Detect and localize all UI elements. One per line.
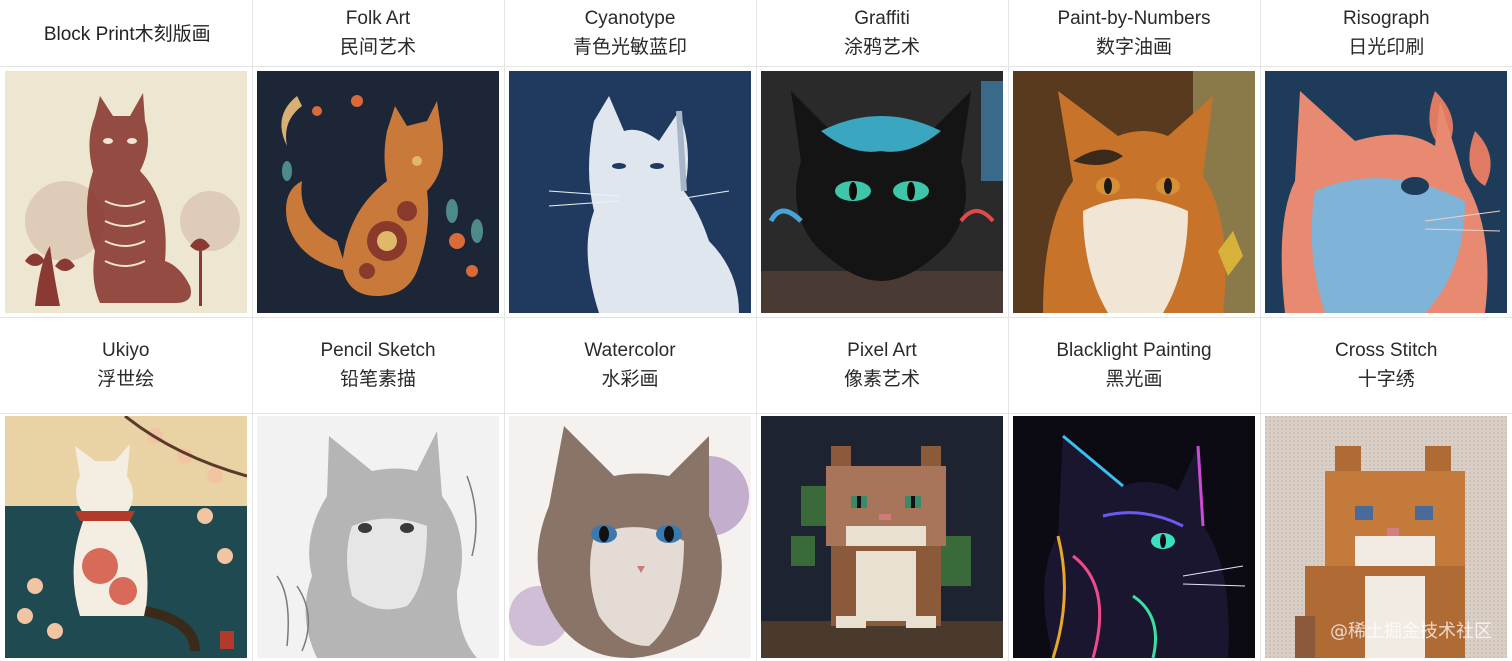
style-name-en: Watercolor [584, 340, 676, 361]
image-cell-folk-art [251, 65, 505, 318]
image-cell-cyanotype [503, 65, 757, 318]
style-label-risograph: Risograph 日光印刷 [1259, 0, 1512, 67]
graffiti-cat-image [761, 70, 1003, 313]
style-name-zh: 木刻版画 [134, 23, 211, 46]
watercolor-cat-image [509, 416, 751, 659]
style-name-en: Graffiti [854, 7, 910, 29]
image-cell-watercolor [503, 412, 757, 661]
style-name-zh: 浮世绘 [97, 368, 155, 390]
ukiyo-cat-image [4, 416, 247, 659]
style-image-row-2: @稀土掘金技术社区 [0, 412, 1512, 661]
style-label-watercolor: Watercolor 水彩画 [503, 316, 757, 414]
image-cell-ukiyo [0, 412, 253, 661]
style-label-ukiyo: Ukiyo 浮世绘 [0, 316, 253, 414]
style-name-zh: 黑光画 [1105, 368, 1163, 390]
style-label-cross-stitch: Cross Stitch 十字绣 [1259, 316, 1512, 414]
folk-art-cat-image [257, 70, 499, 313]
style-label-graffiti: Graffiti 涂鸦艺术 [755, 0, 1009, 67]
style-name-zh: 像素艺术 [843, 368, 920, 390]
image-cell-pixel-art [755, 412, 1009, 661]
image-cell-pencil-sketch [251, 412, 505, 661]
style-name-zh: 日光印刷 [1348, 35, 1425, 58]
image-cell-cross-stitch: @稀土掘金技术社区 [1259, 412, 1512, 661]
style-name-zh: 青色光敏蓝印 [572, 35, 687, 58]
style-name-en: Ukiyo [101, 340, 150, 361]
image-cell-paint-by-numbers [1007, 65, 1261, 318]
image-cell-risograph [1259, 65, 1512, 318]
style-name-en: Block Print [43, 24, 135, 46]
style-name-en: Blacklight Painting [1056, 340, 1212, 361]
style-label-block-print: Block Print木刻版画 [0, 0, 253, 67]
style-name-en: Pixel Art [847, 340, 917, 361]
style-name-zh: 水彩画 [601, 368, 659, 390]
cross-stitch-cat-image [1265, 416, 1508, 659]
pencil-sketch-cat-image [257, 416, 499, 659]
style-name-zh: 民间艺术 [339, 35, 416, 58]
style-name-zh: 数字油画 [1095, 35, 1172, 58]
style-name-en: Cyanotype [584, 7, 676, 29]
style-label-blacklight-painting: Blacklight Painting 黑光画 [1007, 316, 1261, 414]
style-label-paint-by-numbers: Paint-by-Numbers 数字油画 [1007, 0, 1261, 67]
style-name-en: Cross Stitch [1335, 340, 1438, 361]
paint-by-numbers-cat-image [1013, 70, 1255, 313]
art-style-grid: Block Print木刻版画 Folk Art 民间艺术 Cyanotype 青色… [0, 0, 1512, 661]
style-name-zh: 铅笔素描 [339, 368, 416, 390]
style-image-row-1 [0, 65, 1512, 318]
style-name-en: Paint-by-Numbers [1057, 7, 1211, 29]
cyanotype-cat-image [509, 70, 751, 313]
style-name-zh: 十字绣 [1357, 368, 1415, 390]
style-name-en: Risograph [1342, 7, 1430, 29]
image-cell-graffiti [755, 65, 1009, 318]
style-label-pixel-art: Pixel Art 像素艺术 [755, 316, 1009, 414]
style-label-folk-art: Folk Art 民间艺术 [251, 0, 505, 67]
style-name-en: Pencil Sketch [320, 340, 436, 361]
pixel-art-cat-image [761, 416, 1003, 659]
risograph-cat-image [1265, 70, 1508, 313]
style-name-en: Folk Art [345, 7, 411, 29]
image-cell-blacklight-painting [1007, 412, 1261, 661]
blacklight-cat-image [1013, 416, 1255, 659]
style-label-cyanotype: Cyanotype 青色光敏蓝印 [503, 0, 757, 67]
style-name-zh: 涂鸦艺术 [843, 35, 920, 58]
style-label-pencil-sketch: Pencil Sketch 铅笔素描 [251, 316, 505, 414]
image-cell-block-print [0, 65, 253, 318]
block-print-cat-image [4, 70, 247, 313]
style-label-row-1: Block Print木刻版画 Folk Art 民间艺术 Cyanotype 青色… [0, 0, 1512, 67]
style-label-row-2: Ukiyo 浮世绘 Pencil Sketch 铅笔素描 Watercolor 水彩画… [0, 316, 1512, 414]
